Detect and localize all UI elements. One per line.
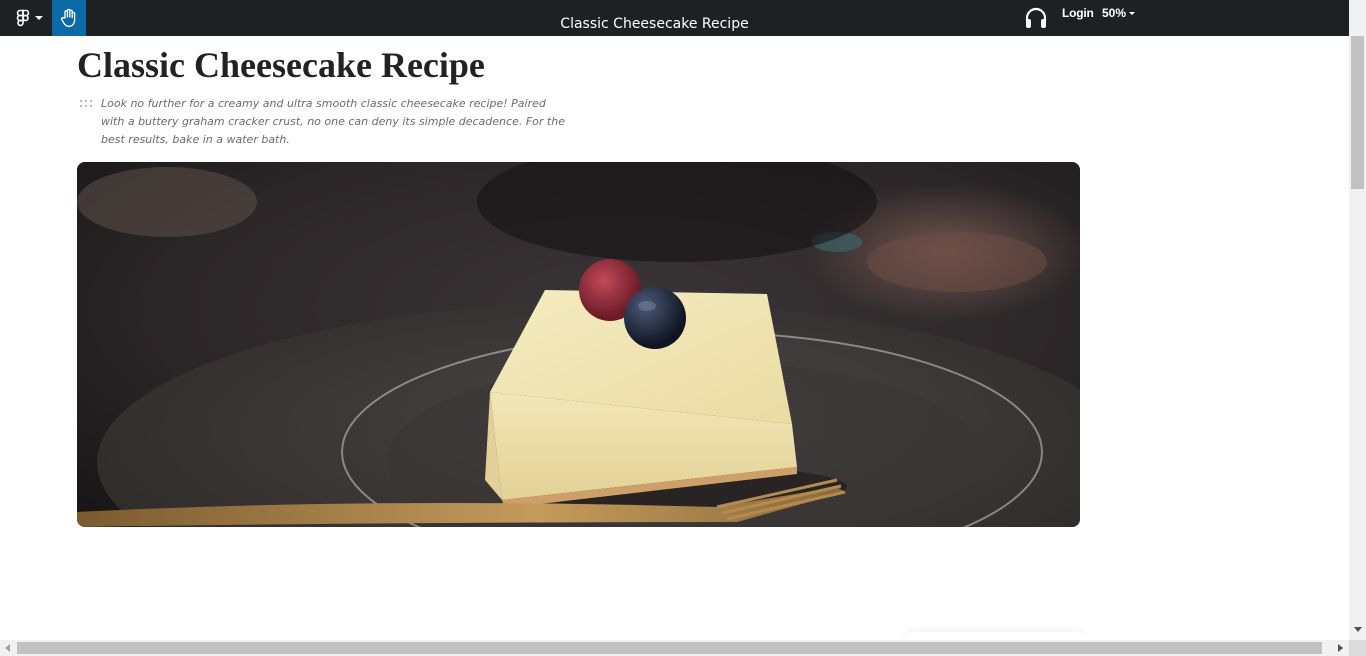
horizontal-scrollbar[interactable] <box>0 640 1349 656</box>
login-button[interactable]: Login <box>1062 6 1094 20</box>
page-title: Classic Cheesecake Recipe <box>77 45 485 85</box>
canvas-content: Classic Cheesecake Recipe Look no furthe… <box>0 36 1349 640</box>
scrollbar-corner <box>1349 640 1366 656</box>
cheesecake-photo <box>77 162 1080 527</box>
scroll-left-arrow-icon[interactable] <box>5 644 10 652</box>
chevron-down-icon <box>1129 11 1136 15</box>
headphones-icon[interactable] <box>1024 7 1048 29</box>
scroll-down-arrow-icon[interactable] <box>1354 627 1362 632</box>
scroll-right-arrow-icon[interactable] <box>1338 644 1343 652</box>
vertical-scroll-thumb[interactable] <box>1351 36 1364 189</box>
vertical-scrollbar[interactable] <box>1349 0 1366 640</box>
recipe-intro: Look no further for a creamy and ultra s… <box>101 97 565 146</box>
floating-panel-edge <box>905 632 1085 640</box>
horizontal-scroll-thumb[interactable] <box>17 642 1322 654</box>
zoom-dropdown[interactable]: 50% <box>1102 6 1136 20</box>
zoom-level: 50% <box>1102 6 1127 20</box>
drag-handle-icon[interactable] <box>80 100 92 108</box>
top-toolbar: Classic Cheesecake Recipe Login 50% <box>0 0 1349 36</box>
